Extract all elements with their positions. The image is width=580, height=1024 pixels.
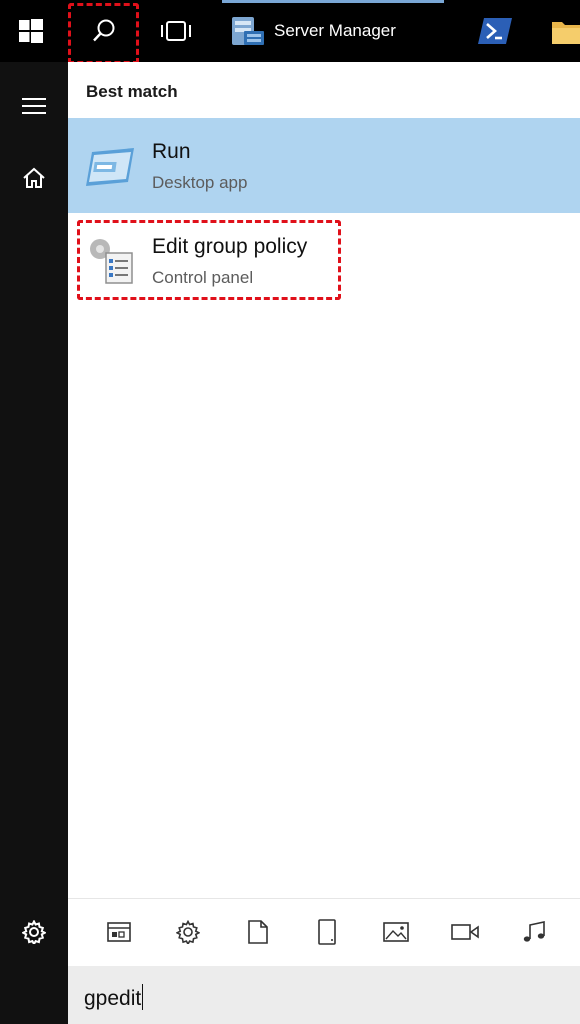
taskbar-app-powershell[interactable] — [478, 0, 512, 62]
search-filter-bar — [68, 898, 580, 965]
windows-logo-icon — [19, 19, 43, 43]
search-query: gpedit — [84, 987, 142, 1010]
start-sidebar — [0, 62, 68, 1024]
search-icon — [93, 19, 115, 42]
settings-button[interactable] — [0, 908, 68, 956]
hamburger-icon — [22, 98, 46, 114]
taskbar: Server Manager — [0, 0, 580, 62]
file-explorer-icon — [552, 22, 580, 44]
apps-filter-icon — [107, 922, 131, 942]
search-results-panel: Best match Run Desktop app Edit group po… — [68, 62, 580, 1024]
tablet-filter-icon — [318, 919, 336, 945]
result-edit-group-policy[interactable]: Edit group policy Control panel — [68, 213, 580, 308]
search-button[interactable] — [72, 0, 136, 62]
taskbar-app-server-manager[interactable]: Server Manager — [230, 0, 396, 62]
taskbar-app-file-explorer[interactable] — [552, 0, 580, 62]
filter-music-button[interactable] — [509, 899, 559, 965]
text-caret — [142, 984, 144, 1010]
home-button[interactable] — [0, 154, 68, 202]
result-title: Edit group policy — [152, 235, 308, 258]
settings-filter-icon — [176, 920, 200, 944]
home-icon — [23, 167, 45, 188]
task-view-icon — [161, 21, 191, 41]
result-run[interactable]: Run Desktop app — [68, 118, 580, 213]
search-box[interactable]: gpedit — [68, 966, 580, 1024]
filter-tablet-button[interactable] — [302, 899, 352, 965]
filter-videos-button[interactable] — [440, 899, 490, 965]
filter-apps-button[interactable] — [94, 899, 144, 965]
photos-filter-icon — [383, 922, 409, 942]
taskbar-app-label: Server Manager — [274, 21, 396, 40]
task-view-button[interactable] — [145, 0, 207, 62]
filter-documents-button[interactable] — [233, 899, 283, 965]
videos-filter-icon — [451, 924, 479, 940]
search-input[interactable]: gpedit — [84, 984, 144, 1011]
filter-settings-button[interactable] — [163, 899, 213, 965]
start-button[interactable] — [0, 0, 62, 62]
section-title: Best match — [86, 82, 178, 101]
filter-photos-button[interactable] — [371, 899, 421, 965]
result-subtitle: Desktop app — [152, 173, 248, 192]
documents-filter-icon — [248, 920, 268, 944]
server-manager-icon — [232, 17, 264, 45]
result-subtitle: Control panel — [152, 268, 254, 287]
gear-icon — [22, 920, 46, 944]
run-icon — [84, 138, 136, 199]
menu-button[interactable] — [0, 82, 68, 130]
group-policy-icon — [84, 233, 136, 294]
powershell-icon — [478, 18, 512, 44]
music-filter-icon — [523, 921, 545, 942]
result-title: Run — [152, 140, 191, 163]
